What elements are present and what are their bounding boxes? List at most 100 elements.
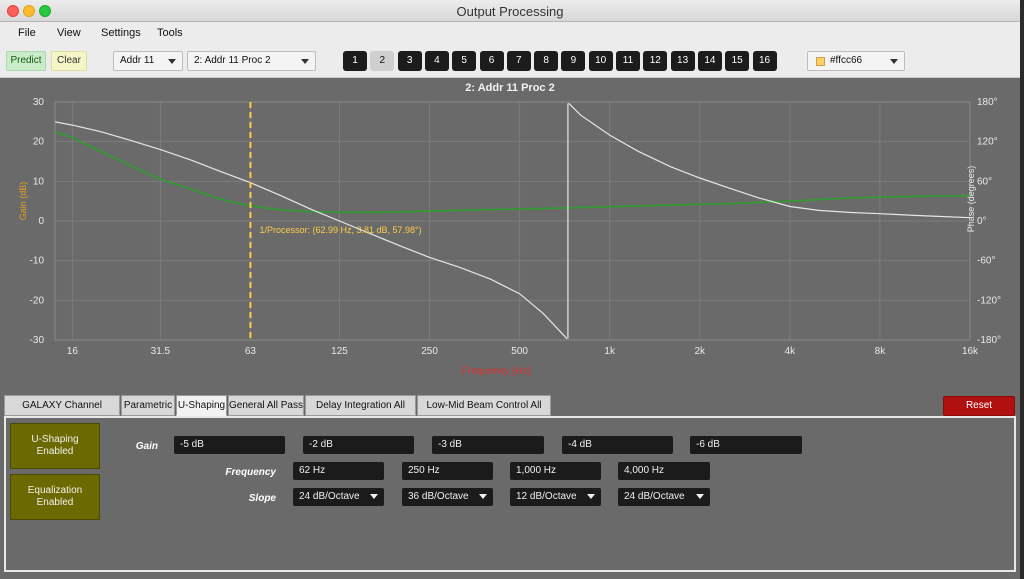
toolbar: Predict Clear Addr 11 2: Addr 11 Proc 2 … bbox=[0, 44, 1020, 78]
slope-select[interactable]: 36 dB/Octave bbox=[402, 488, 493, 506]
x-tick-label: 31.5 bbox=[151, 346, 171, 357]
slope-select-value: 12 dB/Octave bbox=[516, 491, 577, 502]
gain-field[interactable]: -4 dB bbox=[562, 436, 673, 454]
tab-parametric[interactable]: Parametric bbox=[121, 395, 175, 416]
channel-button-9[interactable]: 9 bbox=[561, 51, 586, 71]
channel-button-13[interactable]: 13 bbox=[670, 51, 695, 71]
y-tick-label: 0 bbox=[38, 216, 44, 227]
y2-tick-label: -60° bbox=[977, 256, 995, 267]
processor-select-value: 2: Addr 11 Proc 2 bbox=[194, 55, 271, 66]
x-axis-label: Frequency (Hz) bbox=[462, 366, 531, 377]
tab-u-shaping[interactable]: U-Shaping bbox=[176, 395, 227, 416]
tab-general-all-pass[interactable]: General All Pass bbox=[228, 395, 304, 416]
chart-plot[interactable]: 16 31.5 63 125 250 500 1k 2k 4k 8k 16k 30 20 10 0 -10 -2… bbox=[0, 79, 1020, 390]
y-tick-label: -10 bbox=[30, 256, 45, 267]
x-tick-label: 8k bbox=[875, 346, 887, 357]
x-tick-label: 16k bbox=[962, 346, 979, 357]
frequency-field[interactable]: 250 Hz bbox=[402, 462, 493, 480]
u-shaping-panel: U-Shaping Enabled Equalization Enabled G… bbox=[4, 416, 1016, 572]
channel-button-5[interactable]: 5 bbox=[452, 51, 477, 71]
frequency-field[interactable]: 62 Hz bbox=[293, 462, 384, 480]
clear-button[interactable]: Clear bbox=[51, 51, 87, 71]
menu-bar: File View Settings Tools bbox=[0, 22, 1020, 44]
frequency-field[interactable]: 1,000 Hz bbox=[510, 462, 601, 480]
slope-select[interactable]: 24 dB/Octave bbox=[293, 488, 384, 506]
menu-view[interactable]: View bbox=[57, 27, 81, 39]
channel-button-15[interactable]: 15 bbox=[725, 51, 750, 71]
x-tick-label: 125 bbox=[331, 346, 348, 357]
channel-button-11[interactable]: 11 bbox=[616, 51, 640, 71]
x-tick-label: 4k bbox=[785, 346, 797, 357]
address-select-value: Addr 11 bbox=[120, 55, 155, 66]
address-select[interactable]: Addr 11 bbox=[113, 51, 183, 71]
y-tick-label: 30 bbox=[33, 97, 45, 108]
color-swatch bbox=[816, 57, 825, 66]
y2-tick-label: 0° bbox=[977, 216, 987, 227]
gain-row-label: Gain bbox=[135, 441, 158, 452]
slope-select-value: 36 dB/Octave bbox=[408, 491, 469, 502]
slope-select-value: 24 dB/Octave bbox=[624, 491, 685, 502]
equalization-enabled-button[interactable]: Equalization Enabled bbox=[10, 474, 100, 520]
tab-delay-integration-all-pass[interactable]: Delay Integration All Pass bbox=[305, 395, 416, 430]
slope-select-value: 24 dB/Octave bbox=[299, 491, 360, 502]
slope-row-label: Slope bbox=[248, 493, 276, 504]
y-tick-label: 10 bbox=[33, 176, 45, 187]
channel-button-16[interactable]: 16 bbox=[752, 51, 777, 71]
window-title: Output Processing bbox=[456, 4, 564, 19]
channel-button-2[interactable]: 2 bbox=[370, 51, 395, 71]
x-tick-label: 250 bbox=[421, 346, 438, 357]
menu-tools[interactable]: Tools bbox=[157, 27, 183, 39]
x-tick-label: 16 bbox=[67, 346, 79, 357]
frequency-field[interactable]: 4,000 Hz bbox=[618, 462, 710, 480]
response-chart[interactable]: 2: Addr 11 Proc 2 16 31.5 63 125 250 500 1k 2k 4… bbox=[0, 79, 1020, 390]
title-bar: Output Processing bbox=[0, 0, 1020, 22]
gain-field[interactable]: -3 dB bbox=[432, 436, 544, 454]
channel-button-12[interactable]: 12 bbox=[643, 51, 668, 71]
channel-button-10[interactable]: 10 bbox=[588, 51, 613, 71]
y2-tick-label: 60° bbox=[977, 176, 992, 187]
tab-low-mid-beam-control-all-pass[interactable]: Low-Mid Beam Control All Pass bbox=[417, 395, 551, 430]
slope-select[interactable]: 24 dB/Octave bbox=[618, 488, 710, 506]
tab-bar: GALAXY Channel Settings Parametric U-Sha… bbox=[0, 392, 1020, 430]
channel-button-1[interactable]: 1 bbox=[343, 51, 367, 71]
channel-button-6[interactable]: 6 bbox=[479, 51, 504, 71]
tab-galaxy-channel-settings[interactable]: GALAXY Channel Settings bbox=[4, 395, 120, 430]
processor-select[interactable]: 2: Addr 11 Proc 2 bbox=[187, 51, 316, 71]
x-tick-label: 1k bbox=[604, 346, 616, 357]
channel-button-3[interactable]: 3 bbox=[397, 51, 422, 71]
channel-button-4[interactable]: 4 bbox=[424, 51, 449, 71]
slope-select[interactable]: 12 dB/Octave bbox=[510, 488, 601, 506]
menu-file[interactable]: File bbox=[18, 27, 36, 39]
chevron-down-icon bbox=[890, 59, 898, 64]
chevron-down-icon bbox=[168, 59, 176, 64]
channel-button-8[interactable]: 8 bbox=[534, 51, 559, 71]
menu-settings[interactable]: Settings bbox=[101, 27, 141, 39]
phase-curve bbox=[568, 102, 971, 219]
chevron-down-icon bbox=[479, 494, 487, 499]
y2-tick-label: -180° bbox=[977, 335, 1001, 346]
app-window: Output Processing File View Settings Too… bbox=[0, 0, 1020, 579]
cursor-label: 1/Processor: (62.99 Hz, 3.81 dB, 57.98°) bbox=[259, 225, 421, 235]
gain-field[interactable]: -2 dB bbox=[303, 436, 414, 454]
color-select[interactable]: #ffcc66 bbox=[807, 51, 905, 71]
y-axis-label: Gain (dB) bbox=[18, 182, 28, 221]
channel-button-14[interactable]: 14 bbox=[697, 51, 722, 71]
u-shaping-enabled-button[interactable]: U-Shaping Enabled bbox=[10, 423, 100, 469]
y-tick-label: 20 bbox=[33, 137, 45, 148]
x-tick-label: 63 bbox=[245, 346, 257, 357]
chevron-down-icon bbox=[370, 494, 378, 499]
y-tick-label: -30 bbox=[30, 335, 45, 346]
gain-field[interactable]: -6 dB bbox=[690, 436, 802, 454]
chevron-down-icon bbox=[696, 494, 704, 499]
x-tick-label: 2k bbox=[694, 346, 706, 357]
reset-button[interactable]: Reset bbox=[943, 396, 1015, 416]
gain-curve bbox=[54, 131, 971, 214]
gain-field[interactable]: -5 dB bbox=[174, 436, 285, 454]
color-select-value: #ffcc66 bbox=[830, 55, 863, 66]
predict-button[interactable]: Predict bbox=[6, 51, 46, 71]
y2-tick-label: 180° bbox=[977, 97, 998, 108]
chevron-down-icon bbox=[587, 494, 595, 499]
y2-tick-label: 120° bbox=[977, 137, 998, 148]
x-tick-label: 500 bbox=[511, 346, 528, 357]
channel-button-7[interactable]: 7 bbox=[506, 51, 531, 71]
